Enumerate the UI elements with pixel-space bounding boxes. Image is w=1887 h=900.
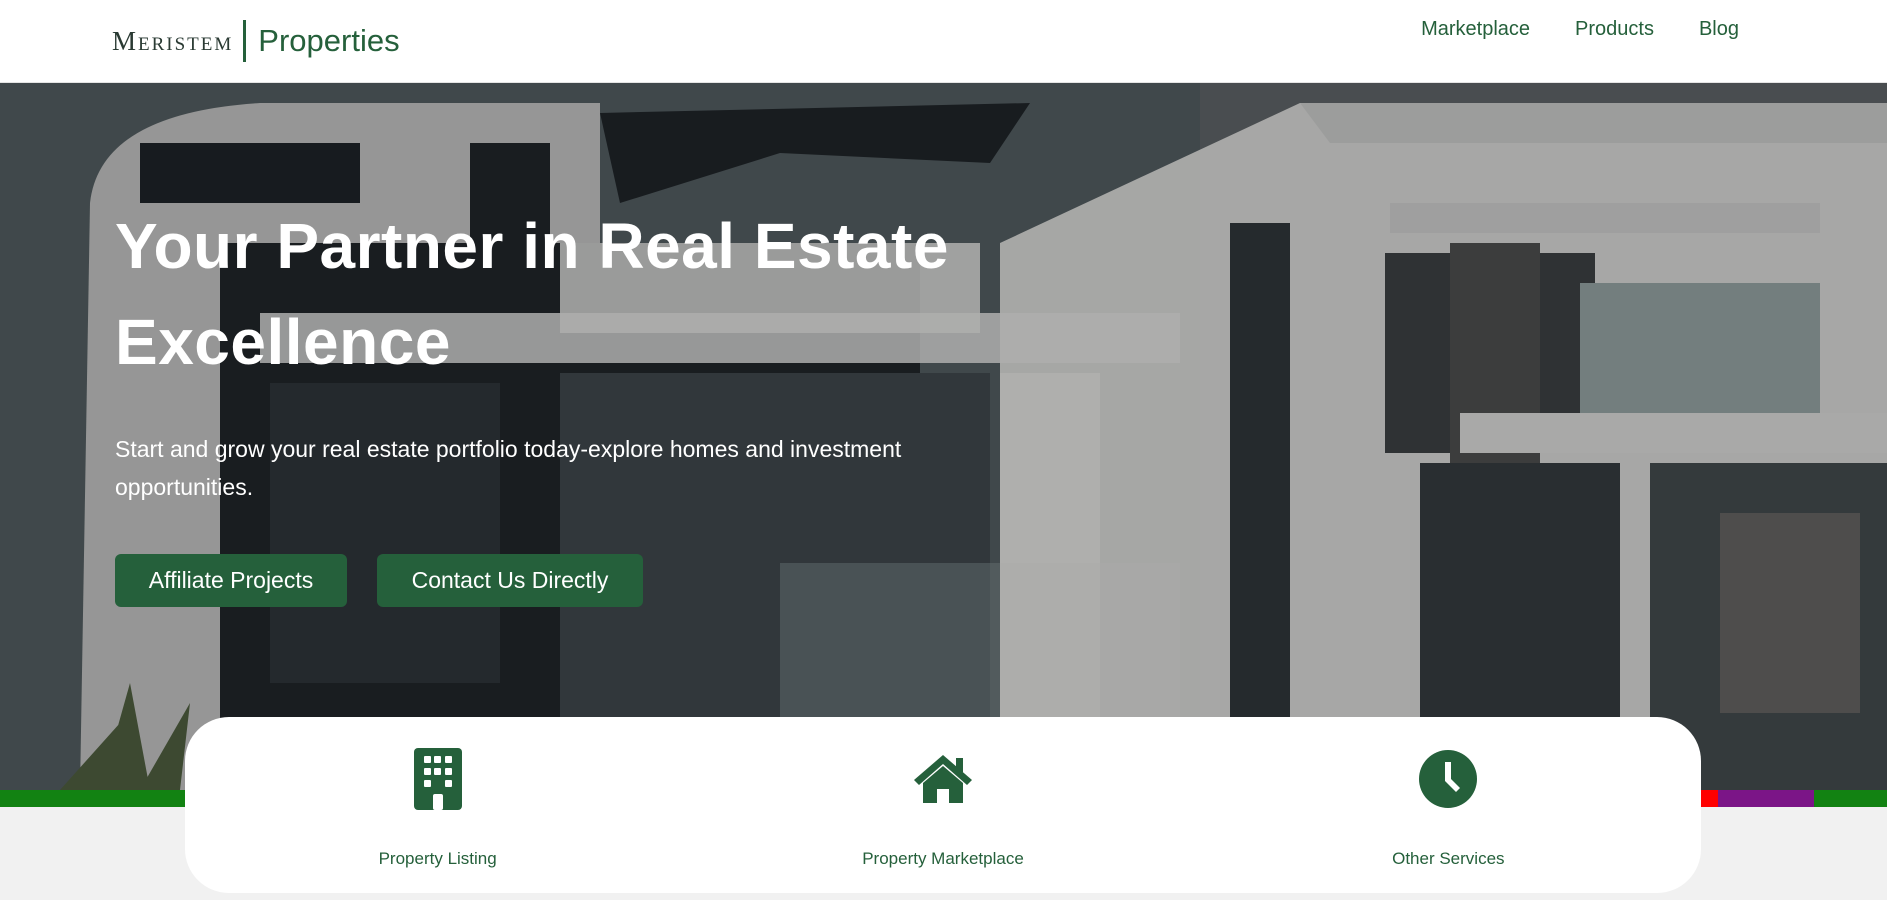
service-property-marketplace[interactable]: Property Marketplace xyxy=(693,717,1193,893)
service-other-services[interactable]: Other Services xyxy=(1198,717,1698,893)
hero-section: Your Partner in Real Estate Excellence S… xyxy=(0,83,1887,790)
service-property-listing[interactable]: Property Listing xyxy=(188,717,688,893)
site-header: Meristem Properties Marketplace Products… xyxy=(0,0,1887,83)
stripe-segment-green-end xyxy=(1814,790,1887,807)
service-label-other-services: Other Services xyxy=(1392,849,1505,868)
logo-wordmark: Meristem xyxy=(112,25,234,56)
hero-title: Your Partner in Real Estate Excellence xyxy=(115,198,1115,390)
hero-title-line-2: Excellence xyxy=(115,306,451,378)
nav-link-products[interactable]: Products xyxy=(1575,18,1654,41)
stripe-segment-purple xyxy=(1718,790,1814,807)
service-label-property-listing: Property Listing xyxy=(378,849,497,868)
main-nav: Marketplace Products Blog xyxy=(1421,18,1739,41)
service-label-property-marketplace: Property Marketplace xyxy=(862,849,1024,868)
contact-us-button[interactable]: Contact Us Directly xyxy=(377,554,643,607)
clock-icon xyxy=(1416,747,1480,811)
building-icon xyxy=(406,747,470,811)
hero-subtitle: Start and grow your real estate portfoli… xyxy=(115,436,902,500)
logo-divider xyxy=(243,20,247,62)
stripe-segment-red xyxy=(1700,790,1718,807)
site-logo[interactable]: Meristem Properties xyxy=(112,18,400,64)
affiliate-projects-button[interactable]: Affiliate Projects xyxy=(115,554,347,607)
nav-link-blog[interactable]: Blog xyxy=(1699,18,1739,41)
hero-title-line-1: Your Partner in Real Estate xyxy=(115,210,949,282)
nav-link-marketplace[interactable]: Marketplace xyxy=(1421,18,1530,41)
logo-properties-text: Properties xyxy=(258,23,400,58)
services-card: Property Listing Property Marketplace Ot… xyxy=(185,717,1701,893)
house-icon xyxy=(911,747,975,811)
